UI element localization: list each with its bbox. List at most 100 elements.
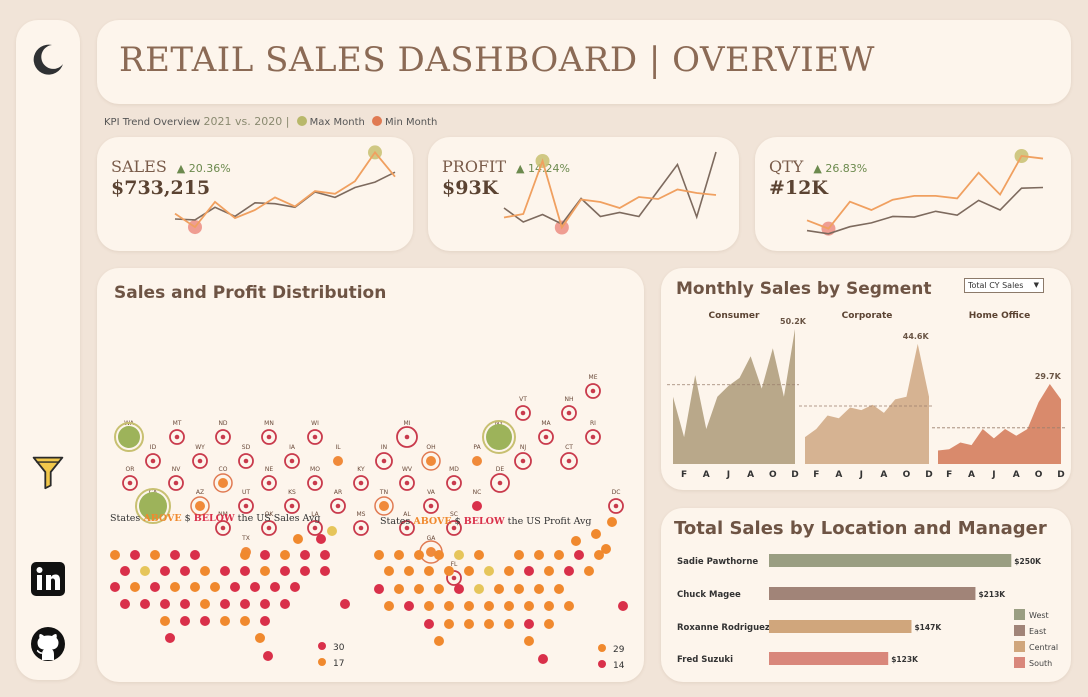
map-chart[interactable]: WA MT ND MN WI MI NY VT NH ME ID WY SD IA IL IN OH PA NJ CT… xyxy=(97,268,644,682)
min-month-label: Min Month xyxy=(385,117,438,128)
state-bubble-ar[interactable]: AR xyxy=(330,489,346,514)
filter-icon[interactable] xyxy=(30,454,66,490)
svg-text:MS: MS xyxy=(357,511,366,518)
state-bubble-or[interactable]: OR xyxy=(122,466,138,491)
state-bubble-ma[interactable]: MA xyxy=(538,420,554,445)
svg-text:MI: MI xyxy=(404,420,411,427)
state-bubble-wy[interactable]: WY xyxy=(192,444,208,469)
legend-label: Central xyxy=(1029,643,1058,652)
state-bubble-mn[interactable]: MN xyxy=(261,420,277,445)
svg-text:IL: IL xyxy=(335,444,341,451)
state-bubble-nd[interactable]: ND xyxy=(215,420,231,445)
svg-text:AR: AR xyxy=(334,489,342,496)
legend-label: East xyxy=(1029,627,1046,636)
state-bubble-sd[interactable]: SD xyxy=(238,444,254,469)
state-bubble-ne[interactable]: NE xyxy=(261,466,277,491)
month-tick: A xyxy=(835,470,842,480)
above-count-dot xyxy=(598,644,606,652)
state-bubble-nv[interactable]: NV xyxy=(168,466,184,491)
state-bubble-md[interactable]: MD xyxy=(446,466,462,491)
legend-label: South xyxy=(1029,659,1052,668)
month-tick: O xyxy=(903,470,911,480)
svg-text:ME: ME xyxy=(589,374,598,381)
sales-below-count: 30 xyxy=(333,643,345,653)
state-bubble-wv[interactable]: WV xyxy=(399,466,415,491)
current-year-line xyxy=(174,150,396,229)
state-bubble-co[interactable]: CO xyxy=(213,466,233,493)
svg-text:DE: DE xyxy=(496,466,505,473)
state-bubble-dc[interactable]: DC xyxy=(608,489,624,514)
svg-text:CT: CT xyxy=(565,444,573,451)
sales-above-count: 17 xyxy=(333,659,344,669)
manager-bar[interactable] xyxy=(769,652,889,665)
state-bubble-az[interactable]: AZ xyxy=(190,489,210,516)
state-bubble-oh[interactable]: OH xyxy=(421,444,441,471)
state-bubble-mo[interactable]: MO xyxy=(307,466,323,491)
state-bubble-ks[interactable]: KS xyxy=(284,489,300,514)
svg-text:VA: VA xyxy=(427,489,436,496)
kpi-card-sales[interactable]: SALES ▲ 20.36% $733,215 xyxy=(97,137,413,251)
state-bubble-nc[interactable]: NC xyxy=(472,489,482,511)
manager-bar-label: $213K xyxy=(978,590,1006,599)
state-bubble-ny[interactable]: NY xyxy=(482,420,516,454)
manager-bar[interactable] xyxy=(769,554,1012,567)
segment-name: Home Office xyxy=(969,311,1030,321)
above-count-dot xyxy=(318,658,326,666)
month-tick: J xyxy=(859,470,863,480)
manager-bar[interactable] xyxy=(769,620,912,633)
manager-bar-label: $250K xyxy=(1014,557,1042,566)
manager-label: Chuck Magee xyxy=(677,590,741,600)
state-bubble-nh[interactable]: NH xyxy=(561,396,577,421)
min-month-dot xyxy=(372,116,383,126)
location-chart[interactable]: Sadie Pawthorne $250K Chuck Magee $213K Roxa… xyxy=(661,508,1071,682)
svg-text:CO: CO xyxy=(219,466,228,473)
state-bubble-vt[interactable]: VT xyxy=(515,396,531,421)
state-bubble-va[interactable]: VA xyxy=(423,489,439,514)
svg-text:IN: IN xyxy=(381,444,387,451)
state-bubble-in[interactable]: IN xyxy=(375,444,393,470)
kpi-card-profit[interactable]: PROFIT ▲ 14.24% $93K xyxy=(428,137,739,251)
svg-text:WY: WY xyxy=(195,444,205,451)
state-bubble-pa[interactable]: PA xyxy=(472,444,482,466)
state-bubble-mi[interactable]: MI xyxy=(396,420,418,448)
svg-text:TX: TX xyxy=(241,535,250,542)
state-bubble-wi[interactable]: WI xyxy=(307,420,323,445)
linkedin-icon[interactable] xyxy=(30,561,66,597)
month-tick: J xyxy=(726,470,730,480)
github-icon[interactable] xyxy=(30,626,66,662)
header: RETAIL SALES DASHBOARD | OVERVIEW xyxy=(97,20,1071,104)
state-bubble-id[interactable]: ID xyxy=(145,444,161,469)
state-bubble-ms[interactable]: MS xyxy=(353,511,369,536)
state-bubble-de[interactable]: DE xyxy=(490,466,510,493)
state-bubble-tn[interactable]: TN xyxy=(374,489,394,516)
state-bubble-ct[interactable]: CT xyxy=(560,444,578,470)
svg-text:VT: VT xyxy=(519,396,527,403)
svg-text:KY: KY xyxy=(357,466,365,473)
moon-icon[interactable] xyxy=(30,42,66,78)
manager-label: Roxanne Rodriguez xyxy=(677,623,770,633)
state-bubble-ri[interactable]: RI xyxy=(585,420,601,445)
map-panel: Sales and Profit Distribution WA MT ND MN WI… xyxy=(97,268,644,682)
max-month-dot xyxy=(296,116,307,126)
previous-year-line xyxy=(174,171,396,221)
page-title: RETAIL SALES DASHBOARD | OVERVIEW xyxy=(119,40,875,80)
manager-bar[interactable] xyxy=(769,587,976,600)
state-bubble-mt[interactable]: MT xyxy=(169,420,185,445)
state-bubble-ky[interactable]: KY xyxy=(353,466,369,491)
svg-text:NE: NE xyxy=(265,466,273,473)
svg-text:UT: UT xyxy=(242,489,250,496)
kpi-card-qty[interactable]: QTY ▲ 26.83% #12K xyxy=(755,137,1071,251)
state-bubble-wa[interactable]: WA xyxy=(114,420,144,452)
month-tick: D xyxy=(791,470,798,480)
manager-bar-label: $147K xyxy=(914,623,942,632)
segment-chart[interactable]: Consumer 50.2K F A J A O D Corporate 44.6K F A J A O D H… xyxy=(661,268,1071,490)
below-count-dot xyxy=(598,660,606,668)
state-bubble-il[interactable]: IL xyxy=(333,444,343,466)
state-bubble-me[interactable]: ME xyxy=(585,374,601,399)
kpi-sparkline xyxy=(174,145,396,235)
location-panel: Total Sales by Location and Manager Sadi… xyxy=(661,508,1071,682)
max-month-label: Max Month xyxy=(309,117,365,128)
state-bubble-ia[interactable]: IA xyxy=(284,444,300,469)
state-bubble-nj[interactable]: NJ xyxy=(514,444,532,470)
state-bubble-ut[interactable]: UT xyxy=(238,489,254,514)
